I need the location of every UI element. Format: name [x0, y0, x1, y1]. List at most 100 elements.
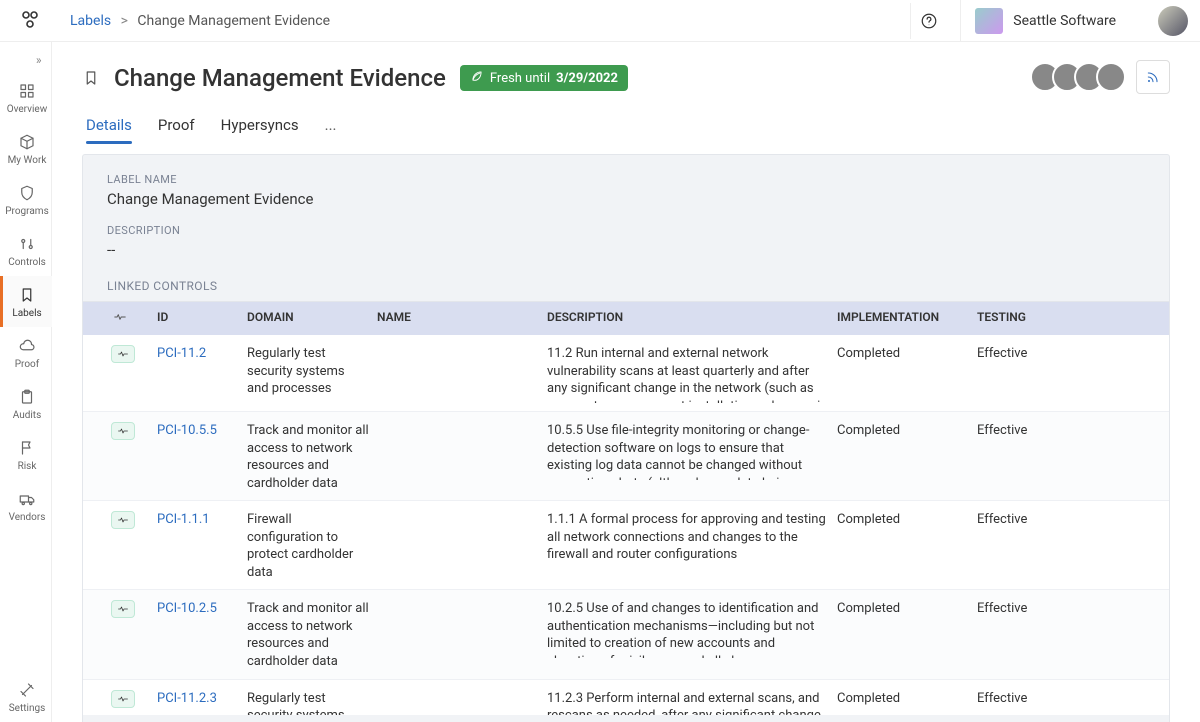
- box-icon: [18, 133, 36, 151]
- table-body: PCI-11.2Regularly test security systems …: [83, 335, 1169, 715]
- bookmark-outline-icon[interactable]: [82, 69, 100, 87]
- cell-testing: Effective: [973, 511, 1093, 529]
- header-testing[interactable]: TESTING: [973, 310, 1093, 324]
- cell-description: 11.2 Run internal and external network v…: [543, 345, 833, 403]
- cell-domain: Track and monitor all access to network …: [243, 600, 373, 670]
- left-nav: » Overview My Work Programs Controls Lab…: [0, 42, 52, 722]
- tab-proof[interactable]: Proof: [158, 110, 195, 144]
- nav-label: Proof: [15, 359, 39, 370]
- nav-risk[interactable]: Risk: [0, 429, 52, 480]
- avatar[interactable]: [1096, 62, 1126, 92]
- control-id-link[interactable]: PCI-10.5.5: [153, 422, 243, 440]
- nav-label: Vendors: [9, 512, 46, 523]
- cell-implementation: Completed: [833, 511, 973, 529]
- nav-overview[interactable]: Overview: [0, 72, 52, 123]
- row-status-icon: [107, 422, 153, 440]
- nav-label: Audits: [13, 410, 42, 421]
- sliders-icon: [18, 235, 36, 253]
- org-avatar-icon: [975, 8, 1003, 34]
- table-header-row: ID DOMAIN NAME DESCRIPTION IMPLEMENTATIO…: [83, 302, 1169, 335]
- bookmark-icon: [18, 286, 36, 304]
- nav-label: Risk: [18, 461, 37, 472]
- page-title: Change Management Evidence: [114, 64, 446, 92]
- label-name-heading: LABEL NAME: [107, 173, 1145, 186]
- header-description[interactable]: DESCRIPTION: [543, 310, 833, 324]
- cell-domain: Regularly test security systems and proc…: [243, 345, 373, 398]
- label-name-value: Change Management Evidence: [107, 190, 1145, 208]
- grid-icon: [18, 82, 36, 100]
- top-bar: Labels > Change Management Evidence Seat…: [0, 0, 1200, 42]
- nav-vendors[interactable]: Vendors: [0, 480, 52, 531]
- nav-audits[interactable]: Audits: [0, 378, 52, 429]
- page-header: Change Management Evidence Fresh until 3…: [52, 42, 1200, 144]
- help-button[interactable]: [910, 3, 946, 39]
- linked-controls-heading: LINKED CONTROLS: [83, 275, 1169, 301]
- fresh-date: 3/29/2022: [556, 71, 618, 86]
- nav-label: My Work: [8, 155, 47, 166]
- header-domain[interactable]: DOMAIN: [243, 310, 373, 324]
- nav-collapse-toggle[interactable]: »: [0, 48, 52, 72]
- cell-domain: Regularly test security systems and proc…: [243, 690, 373, 715]
- nav-labels[interactable]: Labels: [0, 276, 52, 327]
- table-row[interactable]: PCI-10.5.5Track and monitor all access t…: [83, 412, 1169, 501]
- org-switcher[interactable]: Seattle Software: [960, 0, 1130, 42]
- leaf-icon: [470, 69, 484, 87]
- control-id-link[interactable]: PCI-10.2.5: [153, 600, 243, 618]
- feed-button[interactable]: [1136, 60, 1170, 94]
- row-status-icon: [107, 690, 153, 708]
- row-status-icon: [107, 600, 153, 618]
- main-area: Change Management Evidence Fresh until 3…: [52, 42, 1200, 722]
- flag-icon: [18, 439, 36, 457]
- cloud-icon: [18, 337, 36, 355]
- description-heading: DESCRIPTION: [107, 224, 1145, 237]
- user-avatar[interactable]: [1158, 6, 1188, 36]
- control-id-link[interactable]: PCI-1.1.1: [153, 511, 243, 529]
- tab-more[interactable]: ...: [325, 110, 337, 144]
- fresh-text: Fresh until: [490, 71, 550, 86]
- cell-implementation: Completed: [833, 690, 973, 708]
- tab-details[interactable]: Details: [86, 110, 132, 144]
- cell-implementation: Completed: [833, 345, 973, 363]
- nav-programs[interactable]: Programs: [0, 174, 52, 225]
- nav-controls[interactable]: Controls: [0, 225, 52, 276]
- cell-description: 10.2.5 Use of and changes to identificat…: [543, 600, 833, 658]
- tab-hypersyncs[interactable]: Hypersyncs: [221, 110, 299, 144]
- header-id[interactable]: ID: [153, 310, 243, 324]
- control-id-link[interactable]: PCI-11.2.3: [153, 690, 243, 708]
- contributor-avatars[interactable]: [1030, 62, 1126, 92]
- cell-testing: Effective: [973, 690, 1093, 708]
- tabs: Details Proof Hypersyncs ...: [82, 110, 1170, 144]
- app-logo[interactable]: [18, 8, 42, 32]
- table-row[interactable]: PCI-1.1.1Firewall configuration to prote…: [83, 501, 1169, 590]
- nav-label: Labels: [12, 308, 41, 319]
- nav-settings[interactable]: Settings: [0, 671, 52, 722]
- breadcrumb-current: Change Management Evidence: [137, 13, 330, 29]
- table-row[interactable]: PCI-10.2.5Track and monitor all access t…: [83, 590, 1169, 679]
- details-panel: LABEL NAME Change Management Evidence DE…: [82, 154, 1170, 722]
- linked-controls-table: ID DOMAIN NAME DESCRIPTION IMPLEMENTATIO…: [83, 301, 1169, 715]
- nav-proof[interactable]: Proof: [0, 327, 52, 378]
- breadcrumb-parent[interactable]: Labels: [70, 13, 111, 29]
- cell-description: 10.5.5 Use file-integrity monitoring or …: [543, 422, 833, 480]
- nav-label: Overview: [7, 104, 48, 115]
- header-icon: [107, 310, 153, 327]
- nav-label: Programs: [5, 206, 48, 217]
- table-row[interactable]: PCI-11.2Regularly test security systems …: [83, 335, 1169, 412]
- nav-label: Settings: [9, 703, 46, 714]
- header-implementation[interactable]: IMPLEMENTATION: [833, 310, 973, 324]
- table-row[interactable]: PCI-11.2.3Regularly test security system…: [83, 680, 1169, 715]
- nav-mywork[interactable]: My Work: [0, 123, 52, 174]
- cell-implementation: Completed: [833, 422, 973, 440]
- control-id-link[interactable]: PCI-11.2: [153, 345, 243, 363]
- cell-testing: Effective: [973, 600, 1093, 618]
- header-name[interactable]: NAME: [373, 310, 543, 324]
- description-value: --: [107, 241, 1145, 259]
- cell-description: 1.1.1 A formal process for approving and…: [543, 511, 833, 564]
- tools-icon: [18, 681, 36, 699]
- cell-testing: Effective: [973, 345, 1093, 363]
- chevron-right-icon: >: [121, 13, 128, 29]
- cell-domain: Track and monitor all access to network …: [243, 422, 373, 492]
- freshness-badge: Fresh until 3/29/2022: [460, 65, 628, 91]
- org-name: Seattle Software: [1013, 13, 1116, 29]
- cell-domain: Firewall configuration to protect cardho…: [243, 511, 373, 581]
